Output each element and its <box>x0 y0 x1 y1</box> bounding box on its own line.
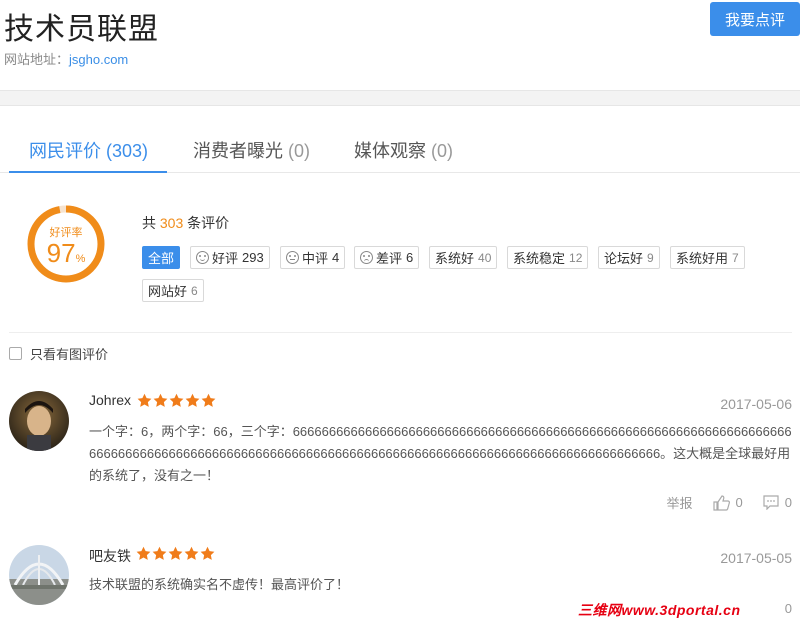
like-count: 0 <box>735 495 743 510</box>
tag-count: 9 <box>647 250 654 265</box>
with-images-checkbox[interactable] <box>9 347 22 360</box>
total-suffix: 条评价 <box>187 215 230 231</box>
tag-count: 40 <box>478 250 492 265</box>
tag-count: 4 <box>332 250 340 265</box>
tag-label: 全部 <box>148 251 175 266</box>
watermark: 三维网www.3dportal.cn <box>578 602 741 618</box>
star-icon <box>200 546 215 560</box>
tag-neutral[interactable]: 中评 4 <box>280 246 346 269</box>
star-icon <box>152 546 167 560</box>
tag-system-usable[interactable]: 系统好用 7 <box>670 246 745 269</box>
avatar <box>9 545 69 605</box>
review-date: 2017-05-06 <box>720 396 792 412</box>
report-button[interactable]: 举报 <box>667 493 693 512</box>
total-prefix: 共 <box>142 215 156 231</box>
tag-system-stable[interactable]: 系统稳定 12 <box>507 246 589 269</box>
tab-consumer-exposure[interactable]: 消费者曝光 (0) <box>193 137 310 163</box>
tag-count: 6 <box>406 250 414 265</box>
review-date: 2017-05-05 <box>720 550 792 566</box>
comment-button[interactable]: 0 <box>763 495 792 510</box>
tag-label: 系统稳定 <box>513 251 566 266</box>
comment-icon <box>763 495 779 510</box>
tag-label: 中评 <box>302 251 329 266</box>
tag-label: 系统好用 <box>676 251 729 266</box>
rating-unit: % <box>75 253 86 265</box>
tag-all[interactable]: 全部 <box>142 246 181 269</box>
total-reviews: 共 303 条评价 <box>142 213 229 233</box>
review-username[interactable]: Johrex <box>89 392 131 408</box>
comment-button[interactable]: 0 <box>785 601 792 616</box>
star-icon <box>137 393 152 407</box>
section-divider-band <box>0 90 800 106</box>
tag-count: 7 <box>732 250 739 265</box>
tab-media-observation[interactable]: 媒体观察 (0) <box>354 137 453 163</box>
rating-number: 97 <box>46 238 76 268</box>
review-actions: 举报 0 0 <box>667 493 792 512</box>
star-rating <box>136 546 215 561</box>
tag-forum-good[interactable]: 论坛好 9 <box>598 246 660 269</box>
tag-negative[interactable]: 差评 6 <box>354 246 420 269</box>
tag-label: 论坛好 <box>604 251 644 266</box>
comment-count: 0 <box>784 495 792 510</box>
star-rating <box>137 393 216 408</box>
review-username[interactable]: 吧友铁 <box>89 546 131 566</box>
tag-system-good[interactable]: 系统好 40 <box>429 246 498 269</box>
site-title: 技术员联盟 <box>4 13 159 46</box>
report-label: 举报 <box>666 496 693 511</box>
summary-divider <box>9 332 792 333</box>
tag-count: 12 <box>569 250 583 265</box>
tag-count: 6 <box>191 283 198 298</box>
review-content: 一个字：6，两个字：66，三个字：66666666666666666666666… <box>89 424 792 483</box>
tab-label: 媒体观察 <box>354 141 426 161</box>
avatar <box>9 391 69 451</box>
tag-count: 293 <box>242 250 264 265</box>
site-url-link[interactable]: jsgho.com <box>69 52 128 67</box>
like-button[interactable]: 0 <box>712 494 743 511</box>
tag-label: 差评 <box>376 251 403 266</box>
sad-face-icon <box>360 251 373 264</box>
write-review-button[interactable]: 我要点评 <box>710 2 800 36</box>
star-icon <box>201 393 216 407</box>
tag-label: 网站好 <box>148 284 188 299</box>
star-icon <box>153 393 168 407</box>
site-url-row: 网站地址：jsgho.com <box>4 49 128 68</box>
tab-label: 网民评价 <box>29 141 101 161</box>
star-icon <box>168 546 183 560</box>
rating-value: 97% <box>26 238 106 269</box>
tag-website-good[interactable]: 网站好 6 <box>142 279 204 302</box>
comment-count: 0 <box>784 601 792 616</box>
smile-icon <box>196 251 209 264</box>
tag-label: 好评 <box>212 251 239 266</box>
tab-netizen-reviews[interactable]: 网民评价 (303) <box>29 137 148 163</box>
tab-label: 消费者曝光 <box>193 141 283 161</box>
total-count: 303 <box>159 215 184 231</box>
tab-count: (303) <box>106 141 149 161</box>
star-icon <box>185 393 200 407</box>
site-header: 技术员联盟 网站地址：jsgho.com 我要点评 <box>0 0 800 90</box>
filter-label: 只看有图评价 <box>30 347 109 362</box>
star-icon <box>184 546 199 560</box>
review-content: 技术联盟的系统确实名不虚传！最高评价了！ <box>89 577 350 592</box>
star-icon <box>169 393 184 407</box>
star-icon <box>136 546 151 560</box>
tab-count: (0) <box>431 141 454 161</box>
tag-positive[interactable]: 好评 293 <box>190 246 270 269</box>
with-images-filter[interactable]: 只看有图评价 <box>9 344 108 363</box>
review-actions: 0 <box>785 601 792 616</box>
thumbs-up-icon <box>712 494 730 511</box>
review-tabs: 网民评价 (303) 消费者曝光 (0) 媒体观察 (0) <box>0 107 800 173</box>
site-url-label: 网站地址： <box>4 52 70 67</box>
tag-label: 系统好 <box>435 251 475 266</box>
active-tab-indicator <box>9 171 167 173</box>
neutral-face-icon <box>286 251 299 264</box>
tab-count: (0) <box>288 141 311 161</box>
